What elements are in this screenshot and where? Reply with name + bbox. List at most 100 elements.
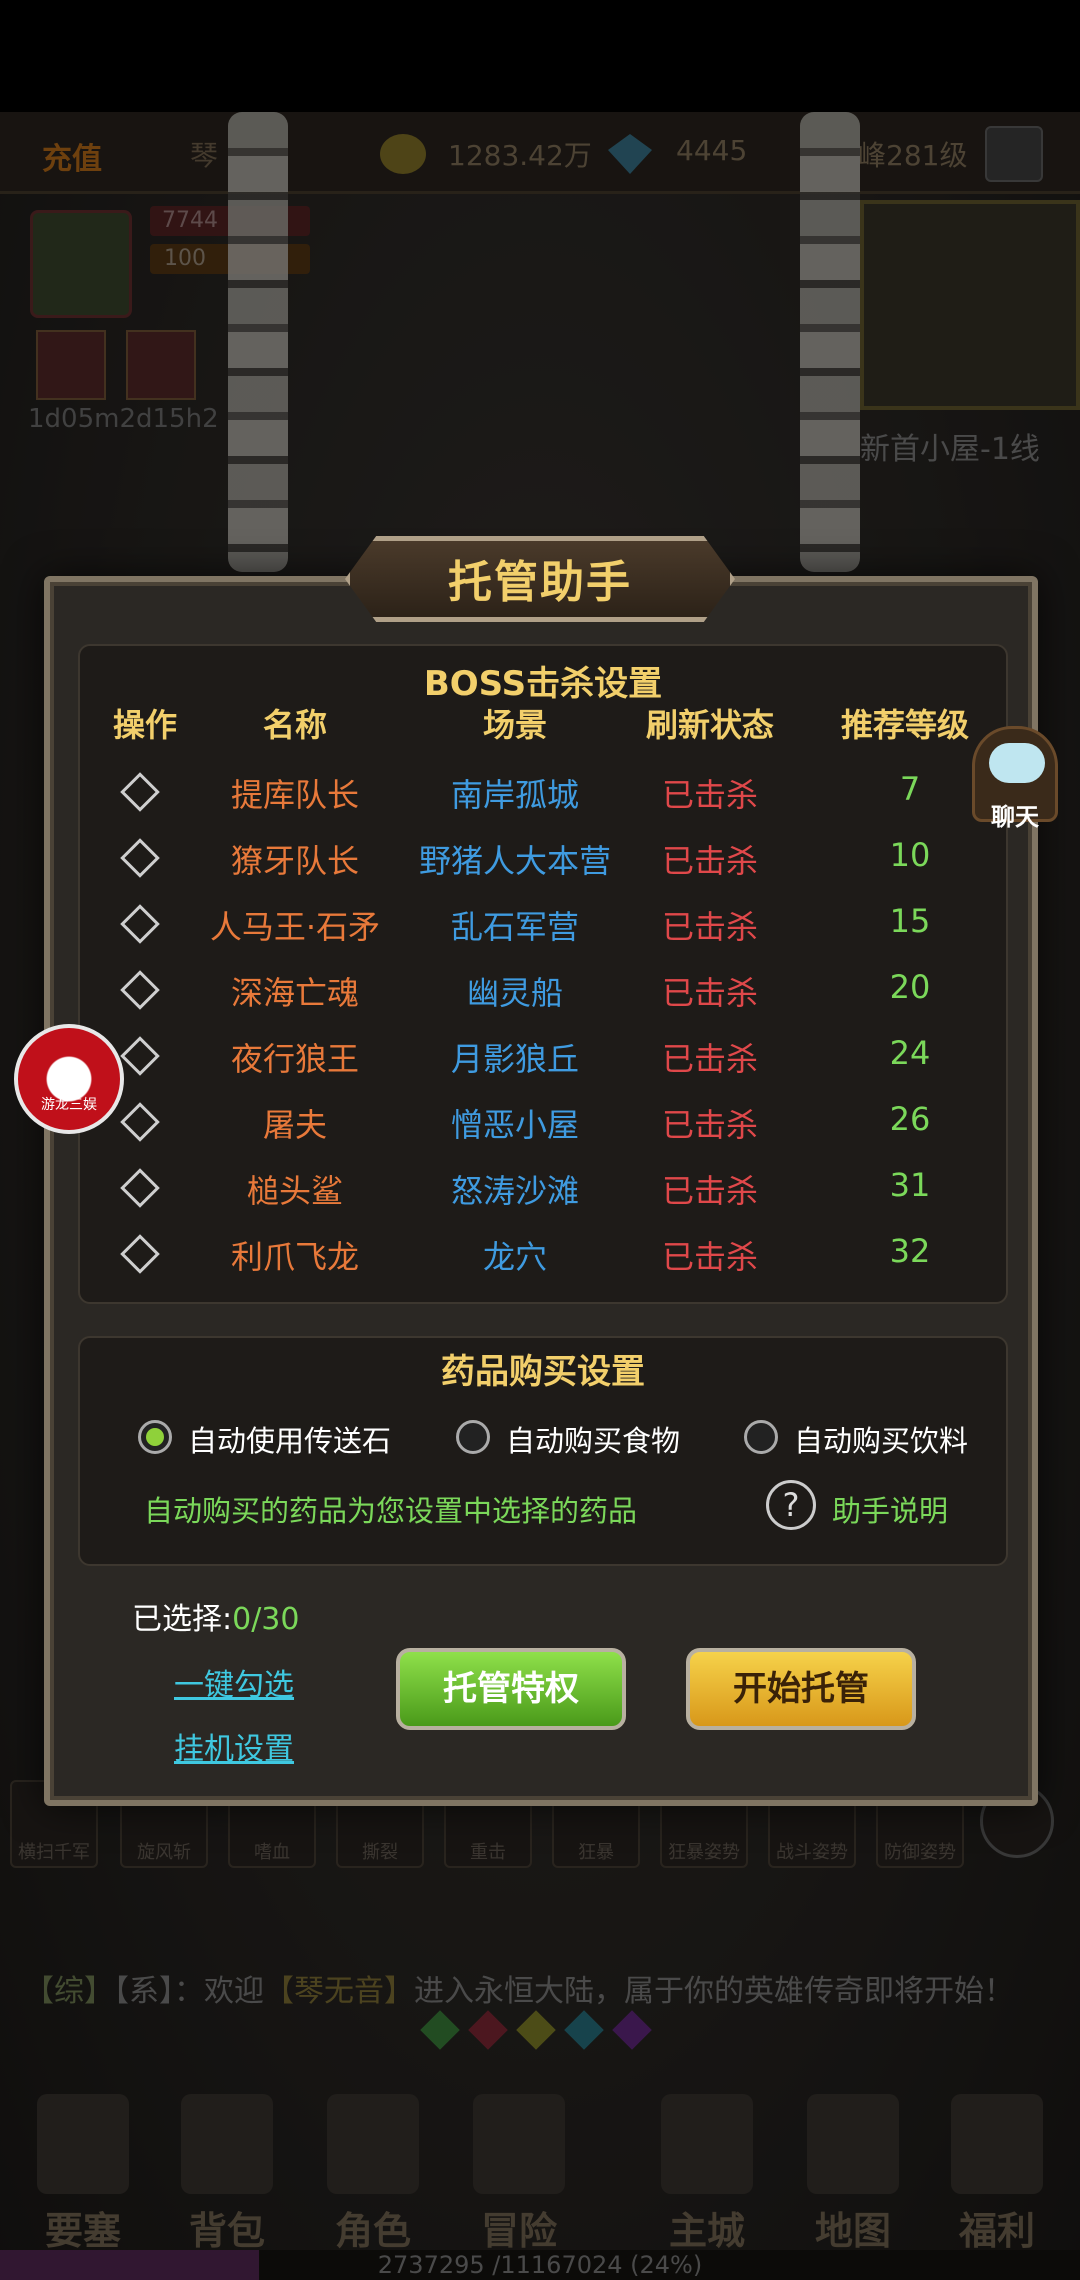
nav-welfare[interactable]: 福利 <box>942 2094 1052 2254</box>
boss-row: 利爪飞龙 龙穴 已击杀 32 <box>80 1228 1010 1294</box>
player-name: 琴 <box>190 139 219 172</box>
boss-checkbox[interactable] <box>120 1234 160 1274</box>
boss-level: 32 <box>889 1232 931 1270</box>
boss-state: 已击杀 <box>661 1106 758 1144</box>
boss-checkbox[interactable] <box>120 1102 160 1142</box>
map-name: 新首小屋-1线 <box>860 432 1040 467</box>
boss-state: 已击杀 <box>661 908 758 946</box>
potion-section-title: 药品购买设置 <box>441 1352 645 1392</box>
select-all-link[interactable]: 一键勾选 <box>174 1660 294 1704</box>
chain-decoration <box>228 112 288 572</box>
buff-icon[interactable] <box>36 330 106 400</box>
boss-checkbox[interactable] <box>120 1036 160 1076</box>
recharge-button[interactable]: 充值 <box>42 134 102 178</box>
page-indicator <box>420 2010 656 2052</box>
column-header: 场景 <box>482 706 547 744</box>
boss-kill-settings-panel: BOSS击杀设置 操作 名称 场景 刷新状态 推荐等级 提库队长 南岸孤城 已击… <box>78 644 1008 1304</box>
gold-icon <box>380 134 426 174</box>
bag-icon <box>181 2094 273 2194</box>
gift-icon <box>951 2094 1043 2194</box>
buff-timer: 1d05m2d15h2 <box>28 404 219 434</box>
gem-indicator-icon <box>612 2010 652 2050</box>
start-managed-button[interactable]: 开始托管 <box>686 1648 916 1730</box>
boss-state: 已击杀 <box>661 1040 758 1078</box>
boss-row: 獠牙队长 野猪人大本营 已击杀 10 <box>80 832 1010 898</box>
radio-selected-icon <box>138 1420 172 1454</box>
boss-row: 屠夫 憎恶小屋 已击杀 26 <box>80 1096 1010 1162</box>
boss-scene: 龙穴 <box>482 1238 547 1276</box>
exp-bar: 2737295 /11167024 (24%) <box>0 2250 1080 2280</box>
castle-icon <box>661 2094 753 2194</box>
boss-level: 7 <box>899 770 921 808</box>
radio-empty-icon <box>744 1420 778 1454</box>
gem-indicator-icon <box>420 2010 460 2050</box>
boss-checkbox[interactable] <box>120 772 160 812</box>
boss-row: 提库队长 南岸孤城 已击杀 7 <box>80 766 1010 832</box>
gem-amount: 4445 <box>676 134 748 167</box>
player-avatar[interactable] <box>30 210 132 318</box>
boss-state: 已击杀 <box>661 974 758 1012</box>
boss-name: 深海亡魂 <box>230 974 359 1012</box>
boss-scene: 幽灵船 <box>466 974 563 1012</box>
floating-logo-badge[interactable]: 游龙三娱 <box>14 1024 124 1134</box>
nav-fortress[interactable]: 要塞 <box>28 2094 138 2254</box>
boss-state: 已击杀 <box>661 1172 758 1210</box>
boss-name: 槌头鲨 <box>246 1172 343 1210</box>
column-header: 推荐等级 <box>840 706 969 744</box>
boss-row: 深海亡魂 幽灵船 已击杀 20 <box>80 964 1010 1030</box>
boss-level: 26 <box>889 1100 931 1138</box>
chat-log[interactable]: 【综】【系】：欢迎【琴无音】进入永恒大陆，属于你的英雄传奇即将开始！ <box>24 1970 1024 2014</box>
nav-character[interactable]: 角色 <box>318 2094 428 2254</box>
boss-scene: 憎恶小屋 <box>450 1106 579 1144</box>
boss-checkbox[interactable] <box>120 838 160 878</box>
chat-bubble-icon <box>989 743 1045 783</box>
minimap[interactable] <box>860 200 1080 410</box>
boss-scene: 南岸孤城 <box>450 776 579 814</box>
boss-level: 15 <box>889 902 931 940</box>
privilege-button[interactable]: 托管特权 <box>396 1648 626 1730</box>
chain-decoration <box>800 112 860 572</box>
column-header: 刷新状态 <box>645 706 774 744</box>
boss-name: 利爪飞龙 <box>230 1238 359 1276</box>
boss-name: 獠牙队长 <box>230 842 359 880</box>
gem-indicator-icon <box>516 2010 556 2050</box>
exp-text: 2737295 /11167024 (24%) <box>377 2251 703 2279</box>
buff-icon[interactable] <box>126 330 196 400</box>
nav-adventure[interactable]: 冒险 <box>464 2094 574 2254</box>
boss-level: 20 <box>889 968 931 1006</box>
boss-checkbox[interactable] <box>120 904 160 944</box>
chat-button[interactable]: 聊天 <box>972 726 1058 831</box>
help-icon[interactable]: ? <box>766 1480 816 1530</box>
boss-name: 提库队长 <box>230 776 359 814</box>
portal-icon <box>473 2094 565 2194</box>
boss-name: 人马王·石矛 <box>209 908 381 946</box>
boss-level: 31 <box>889 1166 931 1204</box>
boss-state: 已击杀 <box>661 842 758 880</box>
boss-scene: 怒涛沙滩 <box>450 1172 579 1210</box>
level-text: 峰281级 <box>858 139 968 172</box>
map-toggle-icon[interactable] <box>985 126 1043 182</box>
boss-state: 已击杀 <box>661 776 758 814</box>
boss-name: 屠夫 <box>262 1106 327 1144</box>
top-bar: 充值 琴 1283.42万 4445 峰281级 <box>0 112 1080 194</box>
bottom-nav: 要塞 背包 角色 冒险 主城 地图 福利 <box>0 2084 1080 2260</box>
gold-amount: 1283.42万 <box>448 139 592 172</box>
boss-level: 10 <box>889 836 931 874</box>
boss-scene: 野猪人大本营 <box>418 842 611 880</box>
gem-indicator-icon <box>564 2010 604 2050</box>
afk-settings-link[interactable]: 挂机设置 <box>174 1724 294 1768</box>
boss-scene: 月影狼丘 <box>450 1040 579 1078</box>
boss-checkbox[interactable] <box>120 1168 160 1208</box>
diamond-icon <box>608 134 652 174</box>
fortress-icon <box>37 2094 129 2194</box>
help-link[interactable]: 助手说明 <box>832 1488 948 1530</box>
nav-main-city[interactable]: 主城 <box>652 2094 762 2254</box>
dialog-title: 托管助手 <box>448 557 632 608</box>
nav-map[interactable]: 地图 <box>798 2094 908 2254</box>
radio-empty-icon <box>456 1420 490 1454</box>
selected-count: 已选择:0/30 <box>132 1602 300 1637</box>
boss-section-title: BOSS击杀设置 <box>423 664 663 704</box>
nav-bag[interactable]: 背包 <box>172 2094 282 2254</box>
boss-checkbox[interactable] <box>120 970 160 1010</box>
column-header: 名称 <box>262 706 327 744</box>
